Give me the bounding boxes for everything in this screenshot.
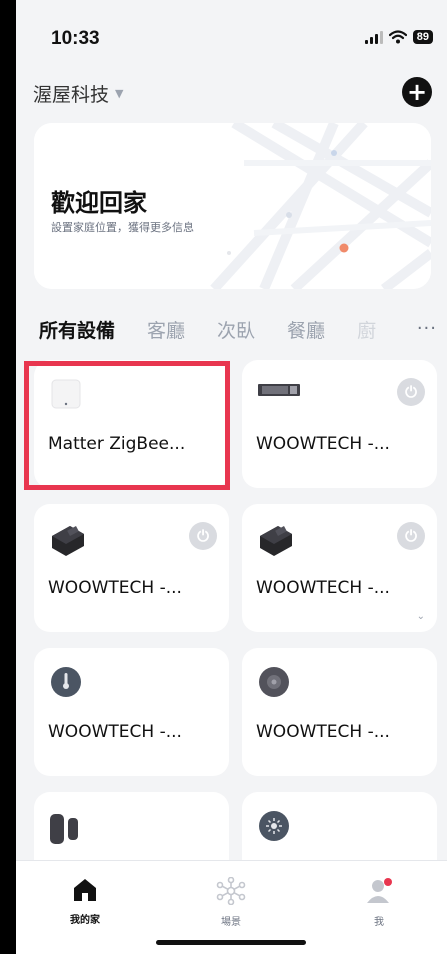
nav-label: 我的家 xyxy=(70,915,100,926)
device-name: WOOWTECH -... xyxy=(48,722,182,742)
tab-dining-room[interactable]: 餐廳 xyxy=(287,316,325,343)
more-tabs-button[interactable]: ··· xyxy=(417,318,437,339)
welcome-subtitle: 設置家庭位置，獲得更多信息 xyxy=(51,221,194,234)
chevron-down-icon[interactable]: ⌄ xyxy=(417,611,425,622)
user-icon xyxy=(367,878,392,903)
nav-item-scenes[interactable]: 場景 xyxy=(186,876,276,928)
device-card[interactable]: WOOWTECH -... xyxy=(34,648,229,776)
device-card[interactable]: ⏻ WOOWTECH -... xyxy=(34,504,229,632)
status-time: 10:33 xyxy=(51,28,100,49)
device-card[interactable]: WOOWTECH -... xyxy=(242,648,437,776)
plus-icon: + xyxy=(406,78,428,106)
battery-indicator: 89 xyxy=(412,30,433,44)
wifi-icon xyxy=(388,30,407,44)
home-name-label: 渥屋科技 xyxy=(33,84,110,106)
tab-living-room[interactable]: 客廳 xyxy=(147,316,185,343)
light-sensor-icon xyxy=(259,811,289,841)
led-driver-icon xyxy=(258,384,300,396)
room-tabs: 所有設備 客廳 次臥 餐廳 廚 xyxy=(39,314,447,344)
power-button[interactable]: ⏻ xyxy=(397,522,425,550)
device-name: WOOWTECH -... xyxy=(256,434,390,454)
nav-item-me[interactable]: 我 xyxy=(334,877,424,928)
status-icons: 89 xyxy=(364,30,433,44)
tab-kitchen[interactable]: 廚 xyxy=(357,316,376,343)
power-button[interactable]: ⏻ xyxy=(189,522,217,550)
welcome-card[interactable]: 歡迎回家 設置家庭位置，獲得更多信息 xyxy=(34,123,431,289)
app-screen: 10:33 89 渥屋科技 ▼ + 歡迎回家 設置家庭位置，獲得更多信息 所有設… xyxy=(16,0,447,954)
caret-down-icon: ▼ xyxy=(115,87,124,100)
selection-highlight-box xyxy=(24,361,230,490)
home-selector[interactable]: 渥屋科技 ▼ xyxy=(33,80,123,107)
din-module-icon xyxy=(52,526,84,556)
power-button[interactable]: ⏻ xyxy=(397,378,425,406)
add-device-button[interactable]: + xyxy=(402,77,432,107)
nav-item-my-home[interactable]: 我的家 xyxy=(40,877,130,926)
device-card[interactable]: ⏻ WOOWTECH -... xyxy=(242,360,437,488)
device-name: WOOWTECH -... xyxy=(256,722,390,742)
tab-all-devices[interactable]: 所有設備 xyxy=(39,316,115,343)
signal-icon xyxy=(364,30,383,44)
welcome-title: 歡迎回家 xyxy=(51,189,147,217)
nav-label: 我 xyxy=(374,917,384,928)
power-icon: ⏻ xyxy=(405,527,417,545)
temperature-sensor-icon xyxy=(51,667,81,697)
power-icon: ⏻ xyxy=(405,383,417,401)
round-sensor-icon xyxy=(259,667,289,697)
power-icon: ⏻ xyxy=(197,527,209,545)
home-icon xyxy=(74,879,96,901)
scene-icon xyxy=(216,876,246,906)
device-name: WOOWTECH -... xyxy=(256,578,390,598)
door-sensor-icon xyxy=(50,814,78,844)
home-indicator xyxy=(156,940,306,945)
nav-label: 場景 xyxy=(221,917,241,928)
notification-badge xyxy=(384,878,392,886)
tab-second-bedroom[interactable]: 次臥 xyxy=(217,316,255,343)
device-card[interactable]: ⏻ WOOWTECH -... ⌄ xyxy=(242,504,437,632)
status-bar: 10:33 89 xyxy=(16,0,447,70)
device-name: WOOWTECH -... xyxy=(48,578,182,598)
din-module-icon xyxy=(260,526,292,556)
